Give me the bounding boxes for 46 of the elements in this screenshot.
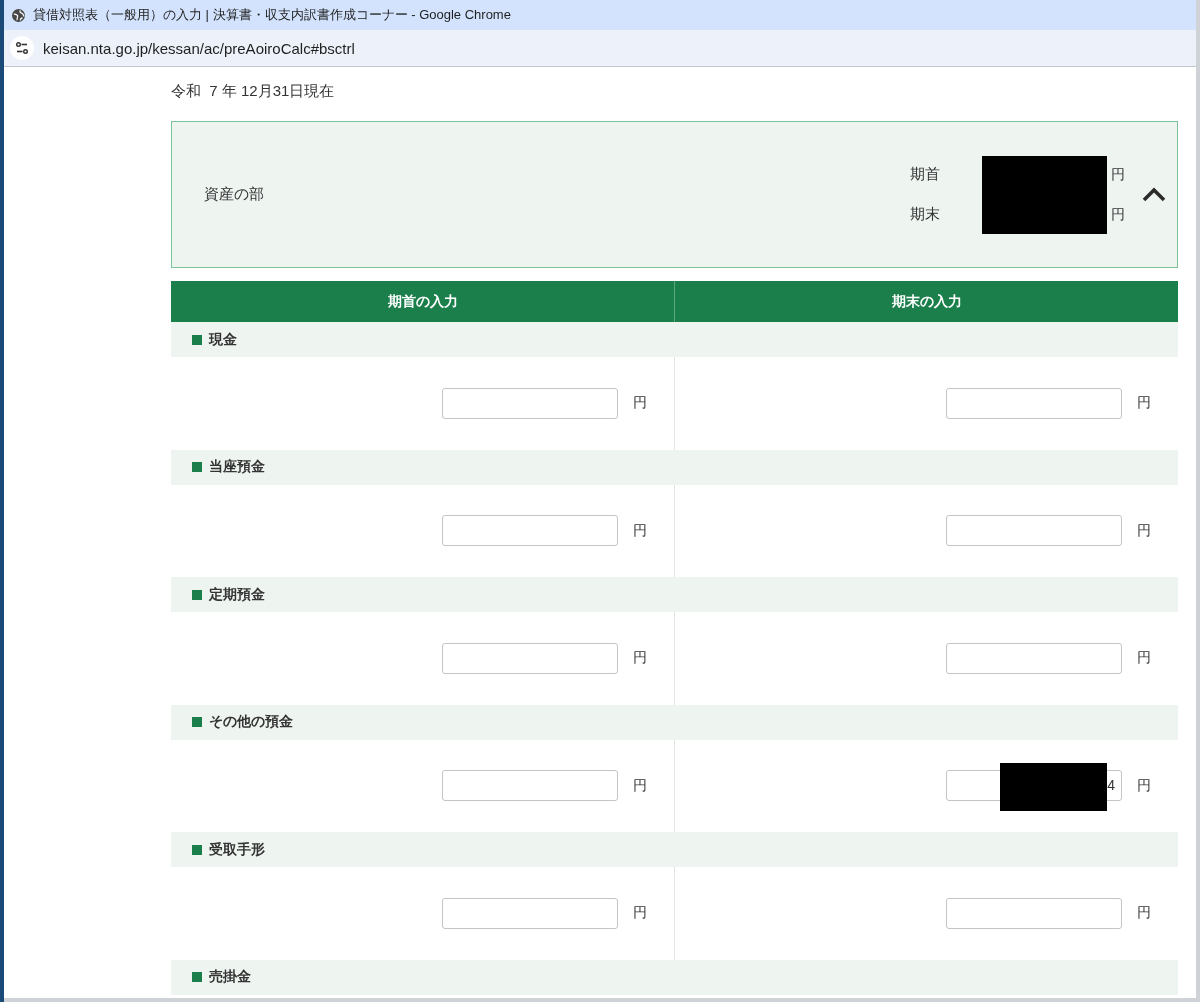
section-label: その他の預金: [209, 713, 293, 731]
amount-input[interactable]: [946, 515, 1122, 547]
section-title: 資産の部: [204, 185, 264, 204]
sliders-icon[interactable]: [10, 36, 34, 60]
unit-label: 円: [1137, 776, 1151, 795]
square-bullet-icon: [192, 589, 202, 600]
column-header: 期末の入力: [674, 281, 1178, 322]
section-label: 定期預金: [209, 585, 265, 604]
chevron-up-icon[interactable]: [1142, 187, 1166, 202]
amount-input[interactable]: [946, 642, 1122, 674]
summary-panel[interactable]: 資産の部 期首 円 期末 円: [171, 121, 1178, 268]
amount-input[interactable]: [442, 387, 618, 419]
section-label: 現金: [209, 330, 237, 349]
square-bullet-icon: [192, 717, 202, 727]
unit-label: 円: [633, 649, 647, 668]
as-of-date: 令和 7 年 12月31日現在: [171, 81, 335, 101]
section-label: 売掛金: [209, 968, 251, 986]
unit-label: 円: [633, 904, 647, 923]
total-label: 期末: [910, 205, 940, 224]
amount-input[interactable]: [442, 770, 618, 802]
window-title: 貸借対照表（一般用）の入力 | 決算書・収支内訳書作成コーナー - Google Chrome: [33, 6, 511, 24]
amount-input[interactable]: [442, 897, 618, 929]
square-bullet-icon: [192, 972, 202, 982]
unit-label: 円: [1111, 165, 1125, 184]
section-label: 受取手形: [209, 840, 265, 859]
amount-input[interactable]: [946, 387, 1122, 419]
total-label: 期首: [910, 165, 940, 184]
unit-label: 円: [1137, 649, 1151, 668]
address-bar[interactable]: keisan.nta.go.jp/kessan/ac/preAoiroCalc#bsctrl: [4, 30, 1196, 67]
amount-input[interactable]: [946, 897, 1122, 929]
url-text: keisan.nta.go.jp/kessan/ac/preAoiroCalc#bsctrl: [43, 39, 355, 57]
unit-label: 円: [1137, 521, 1151, 540]
unit-label: 円: [1111, 205, 1125, 224]
globe-icon: [12, 8, 25, 22]
square-bullet-icon: [192, 462, 202, 472]
amount-input[interactable]: [442, 642, 618, 674]
unit-label: 円: [1137, 904, 1151, 923]
square-bullet-icon: [192, 334, 202, 345]
unit-label: 円: [633, 521, 647, 540]
unit-label: 円: [633, 776, 647, 795]
unit-label: 円: [1137, 394, 1151, 413]
column-header: 期首の入力: [171, 281, 674, 322]
amount-input[interactable]: [442, 515, 618, 547]
section-label: 当座預金: [209, 458, 265, 476]
unit-label: 円: [633, 394, 647, 413]
square-bullet-icon: [192, 844, 202, 855]
